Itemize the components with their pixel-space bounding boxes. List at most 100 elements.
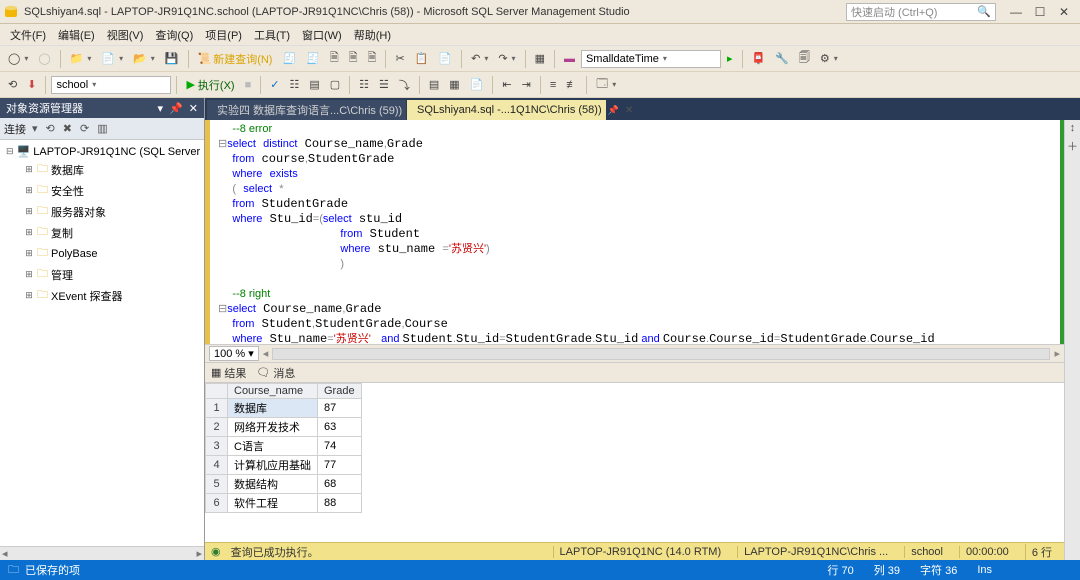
grid-cell[interactable]: 87 bbox=[318, 399, 362, 418]
grid-row[interactable]: 4计算机应用基础77 bbox=[206, 456, 362, 475]
zoom-combo[interactable]: 100 % ▾ bbox=[209, 346, 259, 361]
tree-node[interactable]: ⊞🗀XEvent 探查器 bbox=[2, 285, 202, 306]
grid-cell[interactable]: 77 bbox=[318, 456, 362, 475]
tb-play-icon[interactable]: ▸ bbox=[723, 50, 737, 67]
tb-indent-out[interactable]: ⇤ bbox=[498, 76, 515, 93]
tree-node[interactable]: ⊞🗀PolyBase bbox=[2, 243, 202, 264]
sql-editor[interactable]: --8 error ⊟select distinct Course_name,G… bbox=[205, 120, 1064, 344]
datatype-combo[interactable]: SmalldateTime▾ bbox=[581, 50, 721, 68]
minimize-button[interactable]: — bbox=[1004, 5, 1028, 19]
tb-comment[interactable]: ≡ bbox=[546, 77, 560, 93]
menu-item[interactable]: 窗口(W) bbox=[296, 25, 348, 45]
document-tab[interactable]: 实验四 数据库查询语言...C\Chris (59))✕ bbox=[207, 100, 407, 120]
tb-icon-2[interactable]: 🧾 bbox=[302, 50, 324, 67]
tb-stats[interactable]: ☱ bbox=[375, 76, 393, 93]
tb-icon-4[interactable]: 🗎 bbox=[345, 47, 362, 70]
paste-button[interactable]: 📄 bbox=[434, 50, 456, 67]
tb-wrench-icon[interactable]: 🔧 bbox=[771, 50, 793, 67]
pin-icon[interactable]: 📌 bbox=[608, 105, 619, 116]
tb-q1[interactable]: ⟲ bbox=[4, 76, 21, 93]
tb-text[interactable]: ▢ bbox=[326, 76, 344, 93]
grid-col-header[interactable]: Grade bbox=[318, 384, 362, 399]
oe-close-icon[interactable]: ✕ bbox=[189, 102, 198, 115]
oe-filter-button[interactable]: ▥ bbox=[95, 122, 109, 135]
grid-cell[interactable]: 数据结构 bbox=[228, 475, 318, 494]
messages-tab[interactable]: 🗨消息 bbox=[256, 365, 295, 381]
oe-t2[interactable]: ✖ bbox=[61, 122, 74, 135]
cut-button[interactable]: ✂ bbox=[391, 50, 408, 67]
grid-col-header[interactable]: Course_name bbox=[228, 384, 318, 399]
nav-back-button[interactable]: ◯ bbox=[4, 50, 32, 67]
grid-cell[interactable]: C语言 bbox=[228, 437, 318, 456]
menu-item[interactable]: 帮助(H) bbox=[348, 25, 397, 45]
tb-q4[interactable]: ▤ bbox=[425, 76, 443, 93]
tb-outline[interactable]: ▤ bbox=[305, 76, 323, 93]
split-icon[interactable]: ↕ bbox=[1070, 122, 1076, 134]
tb-icon-5[interactable]: 🗎 bbox=[364, 47, 381, 70]
tree-node[interactable]: ⊞🗀复制 bbox=[2, 222, 202, 243]
undo-button[interactable]: ↶ bbox=[467, 50, 492, 67]
tb-tag-icon[interactable]: 📮 bbox=[748, 50, 770, 67]
tree-node[interactable]: ⊞🗀数据库 bbox=[2, 159, 202, 180]
tree-node[interactable]: ⊞🗀安全性 bbox=[2, 180, 202, 201]
tree-node[interactable]: ⊞🗀管理 bbox=[2, 264, 202, 285]
oe-pin-icon[interactable]: 📌 bbox=[169, 102, 183, 115]
grid-cell[interactable]: 数据库 bbox=[228, 399, 318, 418]
tb-icon-1[interactable]: 🧾 bbox=[278, 50, 300, 67]
menu-item[interactable]: 工具(T) bbox=[248, 25, 296, 45]
results-grid[interactable]: Course_nameGrade1数据库872网络开发技术633C语言744计算… bbox=[205, 382, 1064, 542]
tb-q5[interactable]: ▦ bbox=[445, 76, 463, 93]
open-project-button[interactable]: 📁 bbox=[66, 50, 96, 67]
menu-item[interactable]: 视图(V) bbox=[101, 25, 150, 45]
grid-row[interactable]: 5数据结构68 bbox=[206, 475, 362, 494]
grid-row[interactable]: 6软件工程88 bbox=[206, 494, 362, 513]
grid-cell[interactable]: 63 bbox=[318, 418, 362, 437]
menu-item[interactable]: 文件(F) bbox=[4, 25, 52, 45]
tb-doc-icon[interactable]: 🗐 bbox=[795, 47, 814, 70]
copy-button[interactable]: 📋 bbox=[411, 50, 433, 67]
grid-cell[interactable]: 计算机应用基础 bbox=[228, 456, 318, 475]
grid-cell[interactable]: 软件工程 bbox=[228, 494, 318, 513]
grid-cell[interactable]: 88 bbox=[318, 494, 362, 513]
save-button[interactable]: 📂 bbox=[129, 50, 159, 67]
tb-q6[interactable]: 📄 bbox=[466, 76, 488, 93]
connect-button[interactable]: ▾ bbox=[30, 122, 40, 135]
oe-t1[interactable]: ⟲ bbox=[44, 122, 57, 135]
execute-button[interactable]: ▶执行(X) bbox=[182, 75, 238, 95]
database-combo[interactable]: school▾ bbox=[51, 76, 171, 94]
tb-template[interactable]: 🗔 bbox=[592, 73, 620, 96]
new-file-button[interactable]: 📄 bbox=[97, 50, 127, 67]
tree-node[interactable]: ⊞🗀服务器对象 bbox=[2, 201, 202, 222]
tb-actual-plan[interactable]: ☷ bbox=[355, 76, 373, 93]
tab-close-icon[interactable]: ✕ bbox=[625, 105, 633, 116]
oe-dropdown-icon[interactable]: ▾ bbox=[158, 102, 164, 115]
grid-cell[interactable]: 74 bbox=[318, 437, 362, 456]
document-tab[interactable]: SQLshiyan4.sql -...1Q1NC\Chris (58))📌✕ bbox=[407, 100, 607, 120]
hscroll[interactable] bbox=[272, 348, 1050, 360]
tb-est-plan[interactable]: ☷ bbox=[285, 76, 303, 93]
tb-q3[interactable]: ⤵ bbox=[395, 75, 414, 95]
object-explorer-tree[interactable]: ⊟ 🖥️ LAPTOP-JR91Q1NC (SQL Server 14.0. ⊞… bbox=[0, 140, 204, 546]
grid-row[interactable]: 3C语言74 bbox=[206, 437, 362, 456]
menu-item[interactable]: 项目(P) bbox=[199, 25, 248, 45]
menu-item[interactable]: 编辑(E) bbox=[52, 25, 101, 45]
quick-launch-input[interactable]: 快速启动 (Ctrl+Q) 🔍 bbox=[846, 3, 996, 21]
grid-cell[interactable]: 网络开发技术 bbox=[228, 418, 318, 437]
grid-row[interactable]: 2网络开发技术63 bbox=[206, 418, 362, 437]
redo-button[interactable]: ↷ bbox=[494, 50, 519, 67]
tree-server-node[interactable]: ⊟ 🖥️ LAPTOP-JR91Q1NC (SQL Server 14.0. bbox=[2, 144, 202, 159]
grid-cell[interactable]: 68 bbox=[318, 475, 362, 494]
maximize-button[interactable]: ☐ bbox=[1028, 5, 1052, 19]
tb-q2[interactable]: ⬇ bbox=[23, 76, 40, 93]
oe-t3[interactable]: ⟳ bbox=[78, 122, 91, 135]
nav-fwd-button[interactable]: ◯ bbox=[34, 50, 54, 67]
results-tab[interactable]: ▦结果 bbox=[211, 365, 246, 381]
tb-uncomment[interactable]: ≢ bbox=[562, 77, 581, 93]
expand-icon[interactable]: ＋ bbox=[1067, 138, 1078, 154]
oe-hscroll[interactable]: ◂▸ bbox=[0, 546, 204, 560]
parse-button[interactable]: ✓ bbox=[266, 76, 283, 93]
save-all-button[interactable]: 💾 bbox=[161, 50, 183, 67]
menu-item[interactable]: 查询(Q) bbox=[149, 25, 199, 45]
tb-grid-icon[interactable]: ▦ bbox=[531, 50, 549, 67]
close-button[interactable]: ✕ bbox=[1052, 5, 1076, 19]
